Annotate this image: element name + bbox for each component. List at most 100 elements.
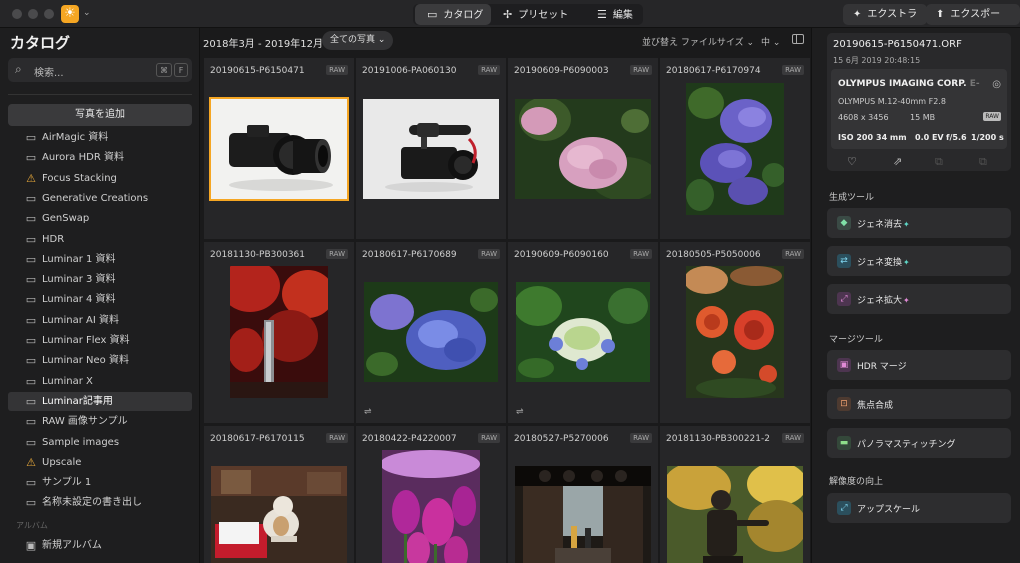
photo-tile[interactable]: 20180617-P6170115 RAW xyxy=(204,426,354,563)
new-album-item[interactable]: ▣ 新規アルバム xyxy=(8,536,192,555)
add-photos-button[interactable]: 写真を追加 xyxy=(8,104,192,126)
window-zoom-button[interactable] xyxy=(44,9,54,19)
tab-edit[interactable]: ☰ 編集 xyxy=(597,4,643,25)
sidebar-folder-item[interactable]: ▭ Generative Creations xyxy=(8,189,192,208)
panel-toggle-icon[interactable] xyxy=(792,34,804,44)
sidebar-folder-item[interactable]: ▭ Luminar X xyxy=(8,372,192,391)
sidebar-folder-item[interactable]: ▭ Sample images xyxy=(8,433,192,452)
tab-presets[interactable]: ✢ プリセット xyxy=(503,4,573,25)
sidebar-folder-item[interactable]: ▭ 名称未設定の書き出し xyxy=(8,493,192,512)
folder-icon: ▭ xyxy=(25,496,37,510)
sidebar-folder-item[interactable]: ▭ Luminar 4 資料 xyxy=(8,290,192,309)
export-button[interactable]: ⬆エクスポート xyxy=(926,4,1020,41)
folder-label: RAW 画像サンプル xyxy=(42,416,128,428)
folder-icon: ▭ xyxy=(25,212,37,226)
raw-badge: RAW xyxy=(782,65,804,75)
photo-thumbnail[interactable] xyxy=(515,466,651,563)
hdr-merge-button[interactable]: ▣ HDR マージ xyxy=(827,350,1011,380)
sidebar-folder-item[interactable]: ⚠ Focus Stacking xyxy=(8,169,192,188)
share-icon[interactable]: ⇗ xyxy=(893,155,902,168)
sidebar-folder-item[interactable]: ▭ Luminar AI 資料 xyxy=(8,311,192,330)
photo-thumbnail[interactable] xyxy=(382,450,480,563)
sort-dropdown[interactable]: 並び替え ファイルサイズ ⌄ xyxy=(642,35,754,48)
focus-stacking-button[interactable]: ⊡ 焦点合成 xyxy=(827,389,1011,419)
sidebar-folder-item[interactable]: ▭ Luminar 3 資料 xyxy=(8,270,192,289)
photo-thumbnail[interactable] xyxy=(516,282,650,382)
folder-icon: ▭ xyxy=(25,394,37,408)
photo-thumbnail[interactable] xyxy=(211,466,347,563)
photo-thumbnail[interactable] xyxy=(364,282,498,382)
photo-filename: 20181130-PB300221-2 xyxy=(666,434,770,444)
photo-tile[interactable]: 20181130-PB300221-2 RAW xyxy=(660,426,810,563)
photo-thumbnail[interactable] xyxy=(667,466,803,563)
photo-thumbnail[interactable] xyxy=(363,99,499,199)
gen-erase-button[interactable]: ◆ ジェネ消去✦ xyxy=(827,208,1011,238)
sidebar-folder-item[interactable]: ▭ HDR xyxy=(8,230,192,249)
gen-swap-button[interactable]: ⇄ ジェネ変換✦ xyxy=(827,246,1011,276)
shortcut-f: F xyxy=(174,63,188,77)
sparkle-icon: ✦ xyxy=(903,258,910,267)
photo-thumbnail[interactable] xyxy=(686,83,784,215)
panorama-icon: ▬ xyxy=(837,436,851,450)
sidebar-folder-item[interactable]: ▭ RAW 画像サンプル xyxy=(8,412,192,431)
folder-icon: ▭ xyxy=(25,293,37,307)
panorama-button[interactable]: ▬ パノラマスティッチング xyxy=(827,428,1011,458)
heart-icon[interactable]: ♡ xyxy=(847,155,857,168)
photo-tile[interactable]: 20190615-P6150471 RAW xyxy=(204,58,354,239)
search-input[interactable]: ⌕ 検索... ⌘ F xyxy=(8,58,192,82)
window-minimize-button[interactable] xyxy=(28,9,38,19)
photo-thumbnail[interactable] xyxy=(230,266,328,398)
shortcut-cmd: ⌘ xyxy=(156,63,172,77)
photo-tile[interactable]: 20180617-P6170689 RAW ⇌ xyxy=(356,242,506,423)
gen-expand-button[interactable]: ⤢ ジェネ拡大✦ xyxy=(827,284,1011,314)
sidebar-folder-item[interactable]: ▭ サンプル 1 xyxy=(8,473,192,492)
chevron-down-icon[interactable]: ⌄ xyxy=(83,8,91,18)
thumbnail-size-dropdown[interactable]: 中 ⌄ xyxy=(761,35,780,48)
sidebar-folder-item[interactable]: ▭ Luminar 1 資料 xyxy=(8,250,192,269)
tab-catalog[interactable]: ▭ カタログ xyxy=(415,4,491,25)
info-filename: 20190615-P6150471.ORF xyxy=(833,39,962,50)
sidebar-folder-item[interactable]: ▭ Luminar記事用 xyxy=(8,391,192,411)
sidebar-folder-item[interactable]: ▭ Luminar Flex 資料 xyxy=(8,331,192,350)
photo-filename: 20180527-P5270006 xyxy=(514,434,609,444)
photo-tile[interactable]: 20191006-PA060130 RAW xyxy=(356,58,506,239)
sidebar-folder-item[interactable]: ▭ GenSwap xyxy=(8,209,192,228)
exif-aperture: f/5.6 xyxy=(946,133,967,142)
folder-icon: ▭ xyxy=(25,191,37,205)
photo-filename: 20190609-P6090160 xyxy=(514,250,609,260)
photo-filename: 20190615-P6150471 xyxy=(210,66,305,76)
folder-label: Luminar 3 資料 xyxy=(42,274,116,286)
sidebar-folder-item[interactable]: ▭ AirMagic 資料 xyxy=(8,128,192,147)
folder-icon: ▭ xyxy=(25,334,37,347)
folder-label: Luminar記事用 xyxy=(42,395,113,407)
photo-tile[interactable]: 20190609-P6090003 RAW xyxy=(508,58,658,239)
photo-tile[interactable]: 20181130-PB300361 RAW xyxy=(204,242,354,423)
sidebar-folder-item[interactable]: ⚠ Upscale xyxy=(8,453,192,472)
camera-make: OLYMPUS IMAGING CORP. E- xyxy=(838,79,980,89)
extras-button[interactable]: ✦ エクストラ xyxy=(843,4,928,25)
photo-tile[interactable]: 20180617-P6170974 RAW xyxy=(660,58,810,239)
photo-tile[interactable]: 20180505-P5050006 RAW xyxy=(660,242,810,423)
photo-thumbnail[interactable] xyxy=(515,99,651,199)
folder-label: GenSwap xyxy=(42,213,90,225)
photo-thumbnail[interactable] xyxy=(209,97,349,201)
photo-tile[interactable]: 20190609-P6090160 RAW ⇌ xyxy=(508,242,658,423)
folder-label: HDR xyxy=(42,233,65,245)
sidebar-folder-item[interactable]: ▭ Luminar Neo 資料 xyxy=(8,351,192,370)
gen-tools-heading: 生成ツール xyxy=(829,193,875,203)
file-size: 15 MB xyxy=(910,113,936,122)
folder-icon: ▭ xyxy=(25,374,37,388)
filter-dropdown[interactable]: 全ての写真 ⌄ xyxy=(322,31,394,50)
raw-badge: RAW xyxy=(326,433,348,443)
copy-icon[interactable]: ⧉ xyxy=(935,155,943,169)
photo-filename: 20180617-P6170115 xyxy=(210,434,305,444)
photo-thumbnail[interactable] xyxy=(686,266,784,398)
photo-tile[interactable]: 20180422-P4220007 RAW xyxy=(356,426,506,563)
sidebar-folder-item[interactable]: ▭ Aurora HDR 資料 xyxy=(8,148,192,167)
compare-icon[interactable]: ⧉ xyxy=(979,155,987,169)
app-logo-icon[interactable]: ☀ xyxy=(61,5,79,23)
window-close-button[interactable] xyxy=(12,9,22,19)
search-icon: ⌕ xyxy=(15,62,22,76)
photo-tile[interactable]: 20180527-P5270006 RAW xyxy=(508,426,658,563)
upscale-button[interactable]: ⤢ アップスケール xyxy=(827,493,1011,523)
